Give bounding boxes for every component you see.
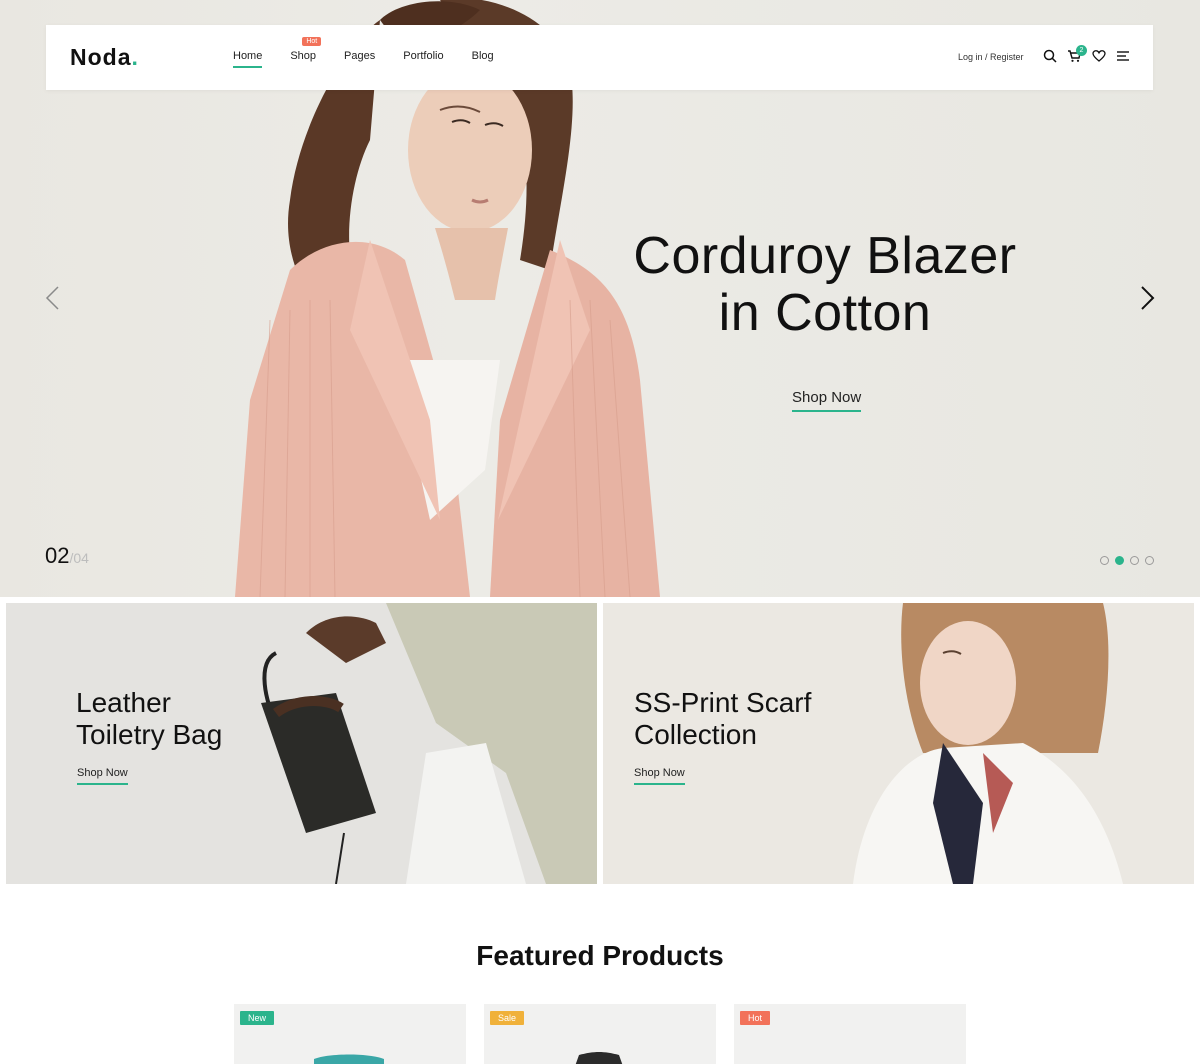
main-nav: Home Hot Shop Pages Portfolio Blog <box>233 37 522 68</box>
banner-title-line1: SS-Print Scarf <box>634 687 812 718</box>
heart-icon[interactable] <box>1092 49 1106 63</box>
slider-pagination <box>1100 556 1154 565</box>
hero-title: Corduroy Blazer in Cotton <box>600 228 1050 342</box>
nav-item-blog[interactable]: Blog <box>472 50 494 68</box>
product-card[interactable]: Sale <box>484 1004 716 1064</box>
slider-dot-2[interactable] <box>1115 556 1124 565</box>
hero-title-line1: Corduroy Blazer <box>633 227 1017 285</box>
featured-products-title: Featured Products <box>476 940 724 971</box>
site-header: Noda. Home Hot Shop Pages Portfolio Blog… <box>46 25 1153 90</box>
product-image-top <box>575 1052 623 1064</box>
banner-title-line2: Toiletry Bag <box>76 719 223 750</box>
slide-counter: 02/04 <box>45 543 89 569</box>
search-icon[interactable] <box>1043 49 1057 63</box>
nav-item-pages[interactable]: Pages <box>344 50 375 68</box>
login-register-link[interactable]: Log in / Register <box>958 52 1024 62</box>
logo-text: Noda <box>70 44 132 70</box>
menu-icon[interactable] <box>1116 49 1130 63</box>
product-badge-new: New <box>240 1011 275 1025</box>
banner-leather-bag[interactable]: Leather Toiletry Bag Shop Now <box>6 603 597 884</box>
banner-title: Leather Toiletry Bag <box>76 687 222 751</box>
next-slide-arrow-icon[interactable] <box>1134 285 1160 311</box>
nav-item-portfolio[interactable]: Portfolio <box>403 50 443 68</box>
hero-shop-now-link[interactable]: Shop Now <box>792 389 862 412</box>
product-card[interactable]: Hot <box>734 1004 966 1064</box>
current-slide-number: 02 <box>45 543 70 568</box>
total-slides-number: /04 <box>69 550 89 566</box>
nav-item-home[interactable]: Home <box>233 50 263 68</box>
banner-title-line1: Leather <box>76 687 171 718</box>
site-logo[interactable]: Noda. <box>70 44 139 71</box>
nav-item-shop[interactable]: Hot Shop <box>290 37 322 68</box>
product-badge-hot: Hot <box>740 1011 771 1025</box>
product-image-tshirt <box>314 1054 384 1064</box>
product-card[interactable]: New <box>234 1004 466 1064</box>
banner-shop-now-link[interactable]: Shop Now <box>77 767 128 785</box>
hot-badge: Hot <box>302 37 322 46</box>
slider-dot-4[interactable] <box>1145 556 1154 565</box>
product-badge-sale: Sale <box>490 1011 525 1025</box>
nav-item-shop-label: Shop <box>290 50 317 62</box>
banner-scarf-collection[interactable]: SS-Print Scarf Collection Shop Now <box>603 603 1194 884</box>
cart-count-badge: 2 <box>1076 45 1087 56</box>
banner-shop-now-link[interactable]: Shop Now <box>634 767 685 785</box>
banner-title: SS-Print Scarf Collection <box>634 687 811 751</box>
slider-dot-1[interactable] <box>1100 556 1109 565</box>
hero-title-line2: in Cotton <box>718 284 932 342</box>
slider-dot-3[interactable] <box>1130 556 1139 565</box>
prev-slide-arrow-icon[interactable] <box>40 285 66 311</box>
logo-dot: . <box>131 44 139 70</box>
banner-title-line2: Collection <box>634 719 757 750</box>
